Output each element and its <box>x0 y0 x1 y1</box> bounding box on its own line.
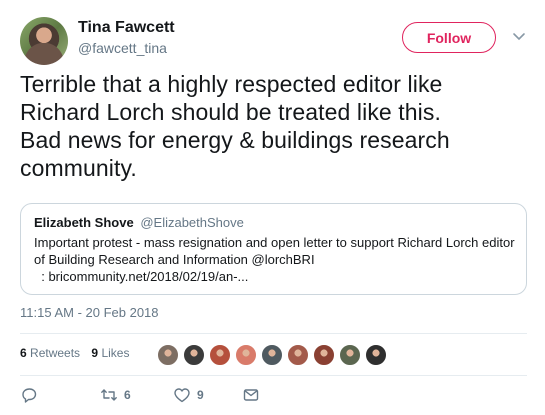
tweet-line: Richard Lorch should be treated like thi… <box>20 99 441 125</box>
quoted-author-name: Elizabeth Shove <box>34 215 134 230</box>
action-bar: 6 9 <box>20 386 280 406</box>
tweet-line: community. <box>20 155 137 181</box>
retweets-label: Retweets <box>30 346 81 360</box>
quoted-line: of Building Research and Information @lo… <box>34 252 315 267</box>
quoted-tweet-header: Elizabeth Shove @ElizabethShove <box>34 215 244 230</box>
author-name[interactable]: Tina Fawcett <box>78 19 175 37</box>
retweets-stat[interactable]: 6 Retweets <box>20 346 80 360</box>
quoted-line: : bricommunity.net/2018/02/19/an-... <box>34 269 249 284</box>
timestamp[interactable]: 11:15 AM - 20 Feb 2018 <box>20 305 159 320</box>
like-count: 9 <box>197 388 204 402</box>
tweet-line: Bad news for energy & buildings research <box>20 127 450 153</box>
retweets-count: 6 <box>20 346 27 360</box>
chevron-down-icon[interactable] <box>512 29 526 43</box>
liker-avatar[interactable] <box>287 344 309 366</box>
liker-avatar[interactable] <box>339 344 361 366</box>
liker-avatar[interactable] <box>209 344 231 366</box>
retweet-button[interactable]: 6 <box>100 386 131 404</box>
quoted-tweet[interactable]: Elizabeth Shove @ElizabethShove Importan… <box>20 203 527 295</box>
tweet-text: Terrible that a highly respected editor … <box>20 70 525 182</box>
liker-avatar[interactable] <box>261 344 283 366</box>
liker-avatar[interactable] <box>235 344 257 366</box>
retweet-icon <box>101 389 117 401</box>
engagement-stats: 6 Retweets 9 Likes <box>20 346 129 360</box>
direct-message-button[interactable] <box>242 386 260 404</box>
quoted-author-handle: @ElizabethShove <box>140 215 244 230</box>
likes-label: Likes <box>101 346 130 360</box>
tweet-line: Terrible that a highly respected editor … <box>20 71 443 97</box>
heart-icon <box>174 388 190 403</box>
divider <box>20 375 527 376</box>
author-handle[interactable]: @fawcett_tina <box>78 40 167 56</box>
like-button[interactable]: 9 <box>173 386 204 404</box>
divider <box>20 333 527 334</box>
quoted-tweet-text: Important protest - mass resignation and… <box>34 234 519 285</box>
liker-avatar[interactable] <box>183 344 205 366</box>
reply-icon <box>22 388 37 403</box>
liker-avatar[interactable] <box>365 344 387 366</box>
retweet-count: 6 <box>124 388 131 402</box>
envelope-icon <box>243 389 259 401</box>
likes-count: 9 <box>91 346 99 360</box>
liker-avatar[interactable] <box>313 344 335 366</box>
avatar[interactable] <box>20 17 68 65</box>
follow-button[interactable]: Follow <box>402 22 496 53</box>
quoted-line: Important protest - mass resignation and… <box>34 235 515 250</box>
likes-stat[interactable]: 9 Likes <box>91 346 129 360</box>
reply-button[interactable] <box>20 386 38 404</box>
liker-avatar[interactable] <box>157 344 179 366</box>
